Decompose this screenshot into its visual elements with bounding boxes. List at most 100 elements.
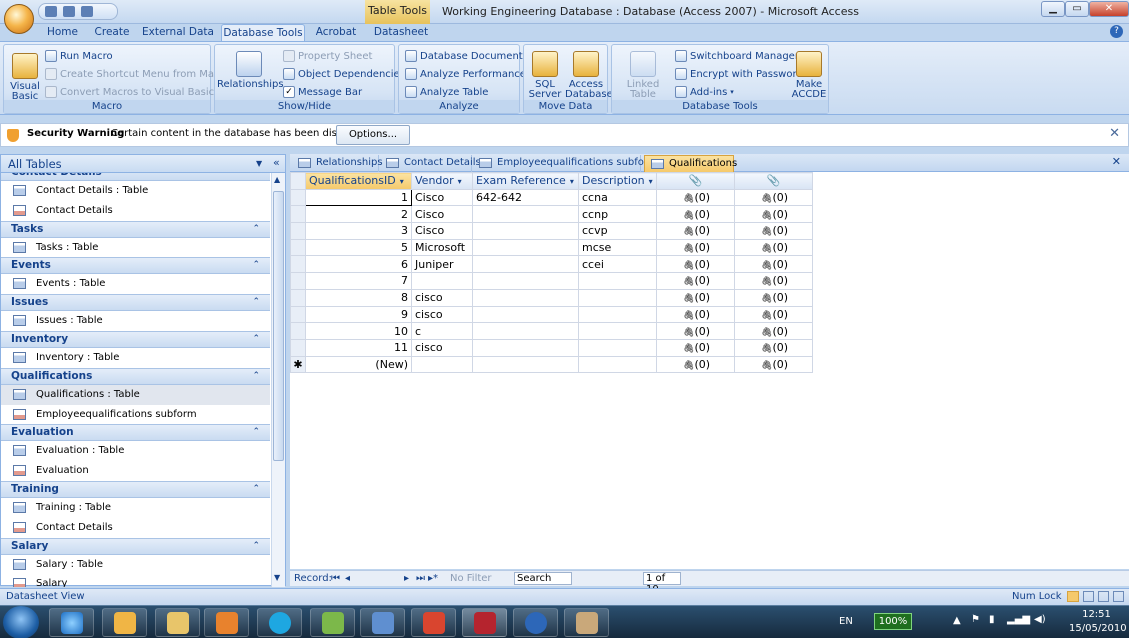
clock-date[interactable]: 15/05/2010: [1069, 623, 1127, 634]
table-cell[interactable]: 6: [305, 255, 412, 274]
analyze-performance-button[interactable]: Analyze Performance: [405, 68, 526, 80]
nav-group-header[interactable]: Salary ⌃: [1, 537, 270, 555]
table-cell[interactable]: 🖇(0): [656, 288, 735, 307]
table-row[interactable]: 9 cisco 🖇(0) 🖇(0): [290, 305, 813, 324]
select-all-corner[interactable]: [290, 172, 306, 190]
table-cell[interactable]: 🖇(0): [656, 188, 735, 207]
table-cell[interactable]: ccna: [578, 188, 657, 207]
make-accde-button[interactable]: Make ACCDE: [790, 51, 828, 100]
doc-tab-qualifications[interactable]: Qualifications: [644, 155, 737, 172]
office-button[interactable]: [4, 4, 34, 34]
table-cell[interactable]: ccnp: [578, 205, 657, 224]
flag-icon[interactable]: ⚑: [971, 614, 980, 625]
table-cell[interactable]: [578, 288, 657, 307]
table-cell[interactable]: [472, 355, 579, 374]
table-row[interactable]: 10 c 🖇(0) 🖇(0): [290, 322, 813, 340]
outlook-taskbar-button[interactable]: [102, 608, 147, 637]
shutter-bar-icon[interactable]: «: [273, 156, 280, 169]
table-cell[interactable]: c: [411, 322, 473, 340]
table-cell[interactable]: 🖇(0): [656, 238, 735, 257]
app-taskbar-button[interactable]: [310, 608, 355, 637]
close-button[interactable]: ✕: [1089, 1, 1129, 17]
nav-item[interactable]: Issues : Table: [1, 311, 270, 331]
table-cell[interactable]: Cisco: [411, 205, 473, 224]
record-selector[interactable]: [290, 288, 306, 307]
design-view-icon[interactable]: [1113, 591, 1124, 602]
table-cell[interactable]: 🖇(0): [656, 355, 735, 374]
table-cell[interactable]: 🖇(0): [734, 272, 813, 290]
scroll-down-icon[interactable]: ▼: [274, 573, 280, 582]
table-cell[interactable]: 1: [305, 188, 412, 207]
nav-item[interactable]: Employeequalifications subform: [1, 405, 270, 425]
record-position-input[interactable]: 1 of 10: [643, 572, 681, 595]
table-row[interactable]: ✱ (New) 🖇(0) 🖇(0): [290, 355, 813, 374]
record-selector[interactable]: [290, 272, 306, 290]
record-selector[interactable]: [290, 322, 306, 340]
chevron-up-icon[interactable]: ⌃: [252, 258, 260, 273]
pivot-chart-view-icon[interactable]: [1098, 591, 1109, 602]
doc-tab-relationships[interactable]: Relationships: [292, 155, 383, 172]
next-record-icon[interactable]: ▸: [404, 572, 409, 586]
table-cell[interactable]: [472, 305, 579, 324]
chevron-up-icon[interactable]: ⌃: [252, 295, 260, 310]
table-cell[interactable]: 🖇(0): [734, 238, 813, 257]
column-header-exam-reference[interactable]: Exam Reference ▾: [472, 172, 579, 190]
switchboard-manager-button[interactable]: Switchboard Manager: [675, 50, 799, 62]
nav-group-header[interactable]: Contact Details ⌃: [1, 173, 270, 181]
table-cell[interactable]: [472, 288, 579, 307]
record-selector[interactable]: [290, 238, 306, 257]
table-cell[interactable]: 🖇(0): [734, 205, 813, 224]
chevron-up-icon[interactable]: ⌃: [252, 173, 260, 180]
chevron-up-icon[interactable]: ⌃: [252, 539, 260, 554]
help-icon[interactable]: ?: [1110, 25, 1123, 38]
ie-taskbar-button[interactable]: [49, 608, 94, 637]
nav-group-header[interactable]: Issues ⌃: [1, 294, 270, 312]
table-cell[interactable]: 🖇(0): [734, 188, 813, 207]
record-selector[interactable]: [290, 205, 306, 224]
table-cell[interactable]: [472, 205, 579, 224]
minimize-button[interactable]: ▁: [1041, 1, 1065, 17]
nav-group-header[interactable]: Qualifications ⌃: [1, 367, 270, 385]
pivot-table-view-icon[interactable]: [1083, 591, 1094, 602]
chevron-up-icon[interactable]: ⌃: [252, 425, 260, 440]
nav-item[interactable]: Contact Details: [1, 201, 270, 221]
datasheet-view-icon[interactable]: [1067, 591, 1079, 602]
table-cell[interactable]: 🖇(0): [656, 338, 735, 357]
table-cell[interactable]: [578, 338, 657, 357]
access-database-button[interactable]: Access Database: [565, 51, 613, 100]
message-bar-checkbox[interactable]: ✓ Message Bar: [283, 86, 362, 98]
scroll-up-icon[interactable]: ▲: [274, 175, 280, 184]
nav-item[interactable]: Inventory : Table: [1, 348, 270, 368]
column-header-qualificationsid[interactable]: QualificationsID ▾: [305, 172, 412, 190]
table-cell[interactable]: 🖇(0): [656, 305, 735, 324]
chevron-up-icon[interactable]: ⌃: [252, 332, 260, 347]
nav-item[interactable]: Contact Details: [1, 518, 270, 538]
start-button[interactable]: [3, 606, 39, 638]
tab-create[interactable]: Create: [88, 24, 136, 41]
nav-header[interactable]: All Tables ▼ «: [1, 155, 285, 173]
close-icon[interactable]: ✕: [1109, 126, 1120, 141]
nav-item[interactable]: Evaluation : Table: [1, 441, 270, 461]
table-cell[interactable]: cisco: [411, 288, 473, 307]
record-selector[interactable]: [290, 222, 306, 240]
nav-item[interactable]: Qualifications : Table: [1, 384, 270, 405]
chevron-down-icon[interactable]: ▼: [256, 159, 262, 168]
tab-database-tools[interactable]: Database Tools: [221, 24, 305, 41]
table-cell[interactable]: [578, 305, 657, 324]
table-cell[interactable]: 10: [305, 322, 412, 340]
nav-group-header[interactable]: Tasks ⌃: [1, 220, 270, 238]
table-row[interactable]: 11 cisco 🖇(0) 🖇(0): [290, 338, 813, 357]
table-cell[interactable]: [578, 272, 657, 290]
tab-acrobat[interactable]: Acrobat: [310, 24, 362, 41]
table-cell[interactable]: 🖇(0): [734, 322, 813, 340]
chevron-up-icon[interactable]: ⌃: [252, 482, 260, 497]
maximize-button[interactable]: ▭: [1065, 1, 1089, 17]
table-row[interactable]: 7 🖇(0) 🖇(0): [290, 272, 813, 290]
nav-item[interactable]: Salary : Table: [1, 555, 270, 575]
table-row[interactable]: 1 Cisco 642-642 ccna 🖇(0) 🖇(0): [290, 188, 813, 207]
scroll-thumb[interactable]: [273, 191, 284, 461]
doc-tab-contact-details[interactable]: Contact Details: [380, 155, 481, 172]
no-filter-button[interactable]: No Filter: [450, 572, 492, 586]
nav-item[interactable]: Training : Table: [1, 498, 270, 518]
table-cell[interactable]: 🖇(0): [656, 255, 735, 274]
